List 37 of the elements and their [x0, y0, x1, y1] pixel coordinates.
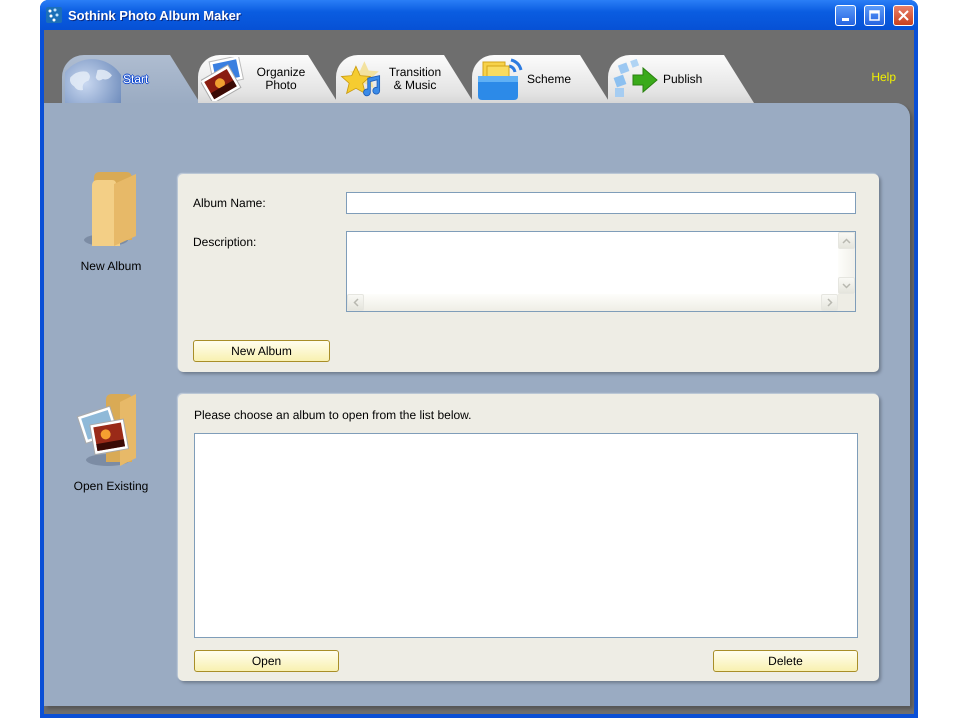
scroll-right-button[interactable]: [821, 294, 838, 311]
close-button[interactable]: [893, 4, 914, 26]
close-icon: [898, 10, 909, 20]
tab[interactable]: Organize Photo: [198, 55, 338, 103]
scroll-up-button[interactable]: [838, 232, 855, 249]
instruction-text: Please choose an album to open from the list below.: [194, 408, 472, 422]
album-name-label: Album Name:: [193, 195, 267, 212]
minimize-button[interactable]: [835, 4, 856, 26]
tab[interactable]: Scheme: [472, 55, 610, 103]
scroll-down-button[interactable]: [838, 277, 855, 294]
maximize-button[interactable]: [864, 4, 885, 26]
open-button[interactable]: Open: [194, 650, 339, 672]
vertical-scrollbar[interactable]: [838, 232, 855, 294]
tab[interactable]: Transition & Music: [336, 55, 474, 103]
caret-down-icon: [842, 282, 851, 288]
maximize-icon: [869, 10, 880, 20]
album-name-field[interactable]: [346, 192, 856, 214]
caret-right-icon: [826, 298, 832, 307]
caret-up-icon: [842, 238, 851, 244]
scroll-left-button[interactable]: [347, 294, 364, 311]
scrollbar-corner: [838, 294, 855, 311]
star-music-icon: [339, 59, 383, 99]
minimize-icon: [842, 18, 849, 20]
horizontal-scrollbar[interactable]: [347, 294, 838, 311]
delete-button[interactable]: Delete: [713, 650, 858, 672]
app-icon: [46, 7, 62, 23]
caret-left-icon: [352, 298, 358, 307]
new-album-caption: New Album: [80, 259, 142, 273]
description-field[interactable]: [346, 231, 856, 312]
tab[interactable]: Publish: [608, 55, 754, 103]
album-list[interactable]: [194, 433, 858, 638]
new-album-button[interactable]: New Album: [193, 340, 330, 362]
help-link[interactable]: Help: [871, 70, 896, 84]
window-title: Sothink Photo Album Maker: [68, 8, 242, 22]
folder-box-icon: [475, 56, 525, 102]
open-existing-caption: Open Existing: [74, 479, 148, 493]
description-label: Description:: [193, 234, 258, 251]
